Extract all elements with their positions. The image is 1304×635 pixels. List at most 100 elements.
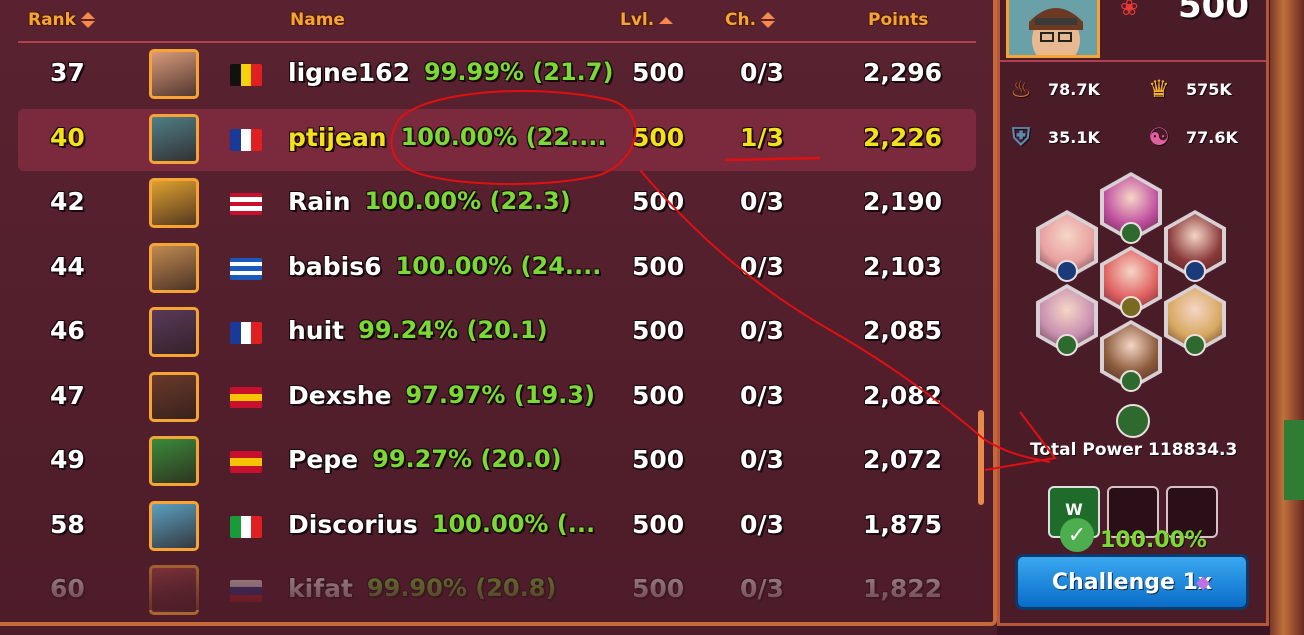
table-row[interactable]: 37 ligne162 99.99% (21.7) 500 0/3 2,296 (18, 44, 976, 106)
stat-defense-value: 35.1K (1048, 127, 1100, 147)
player-name: ptijean (288, 122, 387, 152)
challenge-button-label: Challenge 1x (1051, 569, 1213, 595)
player-challenges: 0/3 (740, 380, 784, 410)
stat-harmony-value: 77.6K (1186, 127, 1238, 147)
player-name: kifat (288, 574, 353, 603)
header-rank-label: Rank (28, 10, 76, 30)
player-level: 500 (632, 251, 685, 281)
element-badge-icon (1120, 296, 1142, 318)
row-rank: 46 (50, 316, 85, 345)
table-row[interactable]: 47 Dexshe 97.97% (19.3) 500 0/3 2,082 (18, 367, 976, 429)
table-row[interactable]: 58 Discorius 100.00% (... 500 0/3 1,875 (18, 496, 976, 558)
country-flag-icon (230, 128, 262, 151)
player-win-stat: 100.00% (22.... (400, 122, 607, 151)
player-name-cell[interactable]: ptijean 100.00% (22.... (288, 123, 618, 152)
player-win-stat: 100.00% (22.3) (364, 187, 571, 215)
player-challenges: 0/3 (740, 251, 784, 281)
player-challenges: 1/3 (740, 122, 784, 152)
player-avatar[interactable] (149, 500, 199, 551)
stat-ego: ♨ 78.7K (1004, 74, 1100, 104)
country-flag-icon (230, 386, 262, 409)
player-points: 2,082 (863, 380, 943, 410)
player-points: 2,103 (863, 251, 943, 281)
header-level[interactable]: Lvl. (620, 10, 674, 30)
stat-harmony: ☯ 77.6K (1142, 122, 1238, 152)
table-row[interactable]: 46 huit 99.24% (20.1) 500 0/3 2,085 (18, 302, 976, 364)
player-win-stat: 99.90% (20.8) (366, 574, 557, 602)
player-win-stat: 99.24% (20.1) (358, 316, 548, 344)
country-flag-icon (230, 257, 262, 280)
player-level: 500 (632, 122, 685, 152)
header-name-label: Name (290, 10, 345, 30)
player-name-cell[interactable]: huit 99.24% (20.1) (288, 316, 618, 345)
harmony-icon: ☯ (1148, 123, 1170, 151)
player-avatar[interactable] (149, 242, 199, 293)
row-rank: 58 (50, 509, 85, 539)
player-points: 2,190 (863, 187, 943, 216)
player-name: Discorius (288, 509, 418, 539)
table-row[interactable]: 42 Rain 100.00% (22.3) 500 0/3 2,190 (18, 173, 976, 235)
player-avatar[interactable] (149, 436, 199, 486)
player-name: Pepe (288, 445, 359, 474)
player-name-cell[interactable]: ligne162 99.99% (21.7) (288, 58, 618, 87)
sort-up-icon (659, 16, 674, 24)
header-points[interactable]: Points (868, 10, 928, 30)
player-name-cell[interactable]: babis6 100.00% (24.... (288, 252, 618, 281)
opponent-level: 500 (1178, 0, 1249, 26)
table-row[interactable]: 44 babis6 100.00% (24.... 500 0/3 2,103 (18, 238, 976, 300)
row-rank: 60 (50, 574, 85, 603)
player-challenges: 0/3 (740, 445, 784, 474)
scrollbar[interactable] (978, 410, 984, 505)
player-level: 500 (632, 187, 685, 216)
player-name-cell[interactable]: Discorius 100.00% (... (288, 510, 618, 539)
player-name: huit (288, 316, 345, 345)
player-challenges: 0/3 (740, 574, 784, 603)
header-challenges[interactable]: Ch. (725, 10, 776, 30)
player-challenges: 0/3 (740, 316, 784, 345)
player-win-stat: 100.00% (... (431, 509, 596, 538)
player-name-cell[interactable]: Dexshe 97.97% (19.3) (288, 381, 618, 410)
checkmark-icon: ✓ (1060, 518, 1094, 552)
player-name-cell[interactable]: Rain 100.00% (22.3) (288, 187, 618, 216)
player-win-stat: 99.99% (21.7) (423, 58, 614, 86)
stat-defense: ⛨ 35.1K (1004, 122, 1100, 152)
rose-icon: ❀ (1120, 0, 1139, 21)
profile-divider (1000, 60, 1266, 62)
table-row[interactable]: 60 kifat 99.90% (20.8) 500 0/3 1,822 (18, 560, 976, 622)
player-challenges: 0/3 (740, 509, 784, 539)
player-name-cell[interactable]: Pepe 99.27% (20.0) (288, 445, 618, 474)
player-avatar[interactable] (149, 49, 199, 99)
side-frame (1270, 0, 1304, 635)
opponent-avatar (1006, 0, 1100, 58)
player-avatar[interactable] (149, 565, 199, 615)
player-avatar[interactable] (149, 113, 199, 164)
row-rank: 40 (50, 122, 85, 152)
row-rank: 44 (50, 251, 85, 281)
player-win-stat: 97.97% (19.3) (405, 380, 595, 409)
row-rank: 49 (50, 445, 85, 474)
country-flag-icon (230, 515, 262, 538)
row-rank: 47 (50, 380, 85, 410)
player-points: 2,072 (863, 445, 943, 474)
player-name-cell[interactable]: kifat 99.90% (20.8) (288, 574, 618, 603)
player-avatar[interactable] (149, 307, 199, 357)
country-flag-icon (230, 580, 262, 602)
stat-ego-value: 78.7K (1048, 79, 1100, 99)
win-chance: 100.00% (1100, 528, 1207, 553)
player-level: 500 (632, 316, 685, 345)
player-points: 2,085 (863, 316, 943, 345)
row-rank: 37 (50, 58, 85, 87)
player-avatar[interactable] (149, 178, 199, 228)
header-rank[interactable]: Rank (28, 10, 95, 30)
player-points: 1,875 (863, 509, 943, 539)
player-avatar[interactable] (149, 371, 199, 422)
element-badge-icon (1120, 370, 1142, 392)
player-level: 500 (632, 445, 685, 474)
header-name[interactable]: Name (290, 10, 345, 30)
player-level: 500 (632, 509, 685, 539)
element-badge-icon (1056, 334, 1078, 356)
country-flag-icon (230, 451, 262, 473)
table-row[interactable]: 49 Pepe 99.27% (20.0) 500 0/3 2,072 (18, 431, 976, 493)
table-row[interactable]: 40 ptijean 100.00% (22.... 500 1/3 2,226 (18, 108, 976, 171)
country-flag-icon (230, 193, 262, 215)
